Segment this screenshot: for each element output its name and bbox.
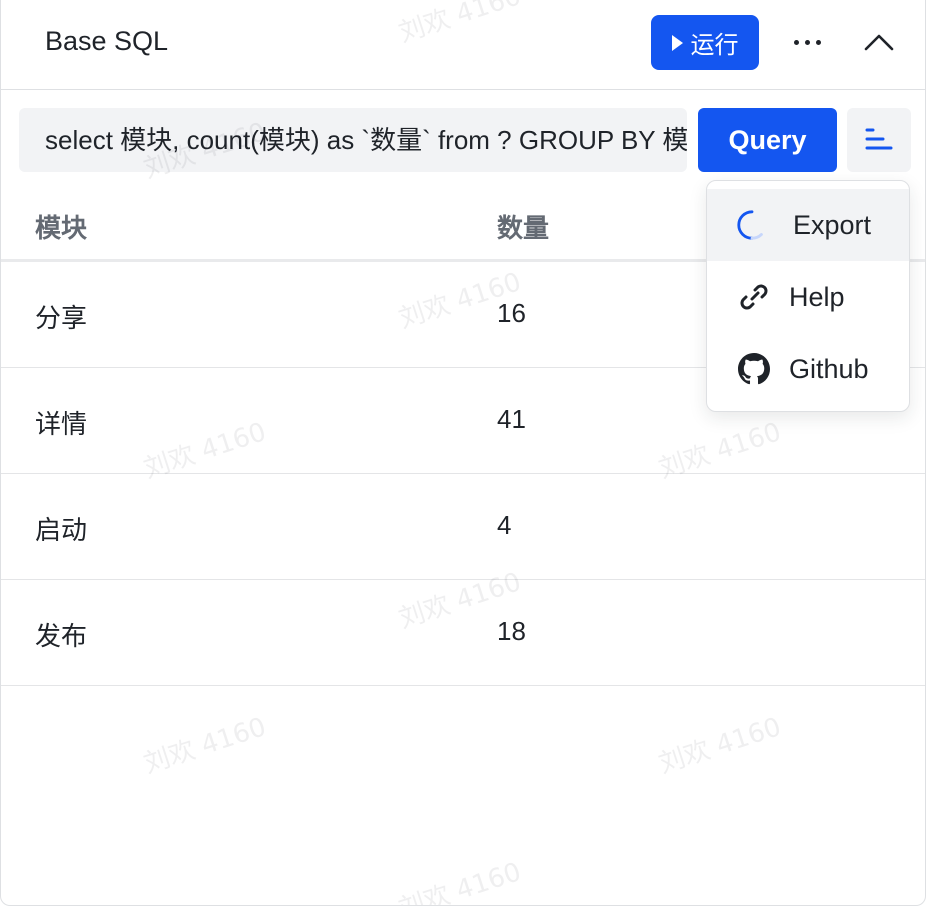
column-header-count[interactable]: 数量 xyxy=(497,208,549,245)
chevron-up-icon[interactable] xyxy=(861,26,897,58)
watermark: 刘欢 4160 xyxy=(140,712,270,780)
watermark: 刘欢 4160 xyxy=(395,857,525,906)
menu-item-help[interactable]: Help xyxy=(707,261,909,333)
table-row: 启动 4 xyxy=(1,474,925,580)
play-icon xyxy=(671,34,683,51)
table-cell: 分享 xyxy=(35,303,88,333)
base-sql-panel: Base SQL 运行 select 模块, count(模块) as `数量`… xyxy=(0,0,926,906)
menu-item-export[interactable]: Export xyxy=(707,189,909,261)
table-cell: 4 xyxy=(497,510,512,540)
table-cell: 详情 xyxy=(35,409,88,439)
more-menu-dropdown: Export Help Github xyxy=(706,180,910,412)
menu-item-label: Github xyxy=(789,353,869,384)
run-button-label: 运行 xyxy=(690,32,739,59)
run-button[interactable]: 运行 xyxy=(651,15,759,70)
table-cell: 18 xyxy=(497,616,526,646)
github-icon xyxy=(737,352,771,386)
table-cell: 41 xyxy=(497,404,526,434)
column-header-module[interactable]: 模块 xyxy=(35,208,87,245)
menu-item-label: Export xyxy=(793,209,872,240)
menu-lines-icon xyxy=(865,128,893,150)
link-icon xyxy=(737,280,771,314)
table-cell: 启动 xyxy=(35,515,88,545)
panel-title: Base SQL xyxy=(45,26,169,56)
panel-header: Base SQL 运行 xyxy=(1,0,925,90)
watermark: 刘欢 4160 xyxy=(655,712,785,780)
query-toolbar: select 模块, count(模块) as `数量` from ? GROU… xyxy=(1,90,925,190)
menu-item-label: Help xyxy=(789,281,845,312)
loading-spinner-icon xyxy=(735,208,769,242)
more-options-icon[interactable] xyxy=(789,28,825,56)
menu-item-github[interactable]: Github xyxy=(707,333,909,405)
sql-input[interactable]: select 模块, count(模块) as `数量` from ? GROU… xyxy=(19,108,687,172)
table-cell: 16 xyxy=(497,298,526,328)
query-button[interactable]: Query xyxy=(698,108,837,172)
table-row: 发布 18 xyxy=(1,580,925,686)
table-cell: 发布 xyxy=(35,621,88,651)
menu-button[interactable] xyxy=(847,108,911,172)
